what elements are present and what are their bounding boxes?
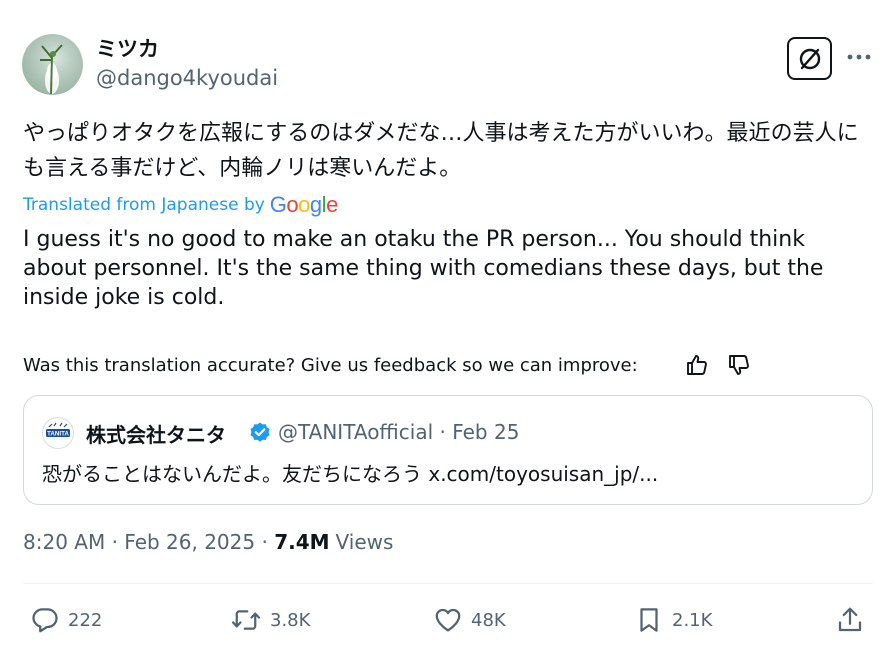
views-label: Views — [335, 530, 394, 554]
share-button[interactable] — [835, 603, 865, 637]
google-logo-letter: o — [298, 192, 310, 217]
share-icon — [838, 607, 862, 632]
translation-feedback-prompt: Was this translation accurate? Give us f… — [23, 354, 638, 376]
google-logo-letter: e — [326, 192, 338, 217]
repost-count: 3.8K — [270, 609, 311, 631]
quoted-author-avatar: TANITA — [42, 417, 74, 449]
reply-count: 222 — [68, 609, 103, 631]
thumbs-up-icon — [687, 355, 707, 375]
bookmark-icon — [640, 608, 658, 632]
divider — [23, 583, 873, 584]
thumbs-down-icon — [729, 355, 749, 375]
like-count: 48K — [471, 609, 506, 631]
google-logo-letter: o — [286, 192, 299, 217]
tweet-timestamp[interactable]: 8:20 AM · Feb 26, 2025 · — [23, 530, 274, 554]
google-logo-letter: G — [269, 192, 287, 217]
author-avatar[interactable] — [22, 34, 83, 95]
reply-button[interactable]: 222 — [30, 603, 102, 637]
thumbs-up-button[interactable] — [683, 351, 711, 379]
translation-attribution[interactable]: Translated from Japanese by Google — [23, 191, 338, 219]
more-button[interactable] — [843, 42, 875, 72]
views-count: 7.4M — [274, 530, 330, 554]
reply-icon — [32, 608, 58, 633]
grok-button[interactable] — [787, 37, 832, 80]
quoted-tweet-card[interactable]: TANITA 株式会社タニタ @TANITAofficial · Feb 25 … — [23, 395, 873, 505]
quoted-author-handle-date: @TANITAofficial · Feb 25 — [278, 420, 520, 444]
tanita-logo-text: TANITA — [47, 431, 69, 438]
like-button[interactable]: 48K — [433, 603, 506, 637]
google-logo: Google — [269, 192, 339, 218]
author-display-name[interactable]: ミツカ — [96, 33, 159, 63]
grok-icon — [799, 48, 820, 69]
quoted-author-name: 株式会社タニタ — [86, 423, 226, 447]
verified-icon — [250, 422, 270, 442]
bookmark-count: 2.1K — [672, 609, 713, 631]
quoted-tweet-text: 恐がることはないんだよ。友だちになろう x.com/toyosuisan_jp/… — [42, 462, 659, 486]
translated-label: Translated from Japanese by — [23, 195, 265, 215]
author-handle[interactable]: @dango4kyoudai — [96, 66, 278, 90]
flower-image — [40, 44, 63, 95]
thumbs-down-button[interactable] — [725, 351, 753, 379]
tweet-original-text: やっぱりオタクを広報にするのはダメだな…人事は考えた方がいいわ。最近の芸人にも言… — [23, 121, 859, 181]
tweet-translation-text: I guess it's no good to make an otaku th… — [23, 227, 824, 310]
repost-icon — [231, 610, 261, 630]
repost-button[interactable]: 3.8K — [230, 603, 310, 637]
google-logo-letter: g — [309, 192, 322, 217]
bookmark-button[interactable]: 2.1K — [634, 603, 712, 637]
tweet-meta: 8:20 AM · Feb 26, 2025 · 7.4M Views — [23, 530, 393, 554]
more-icon — [847, 54, 871, 60]
like-icon — [435, 608, 461, 632]
